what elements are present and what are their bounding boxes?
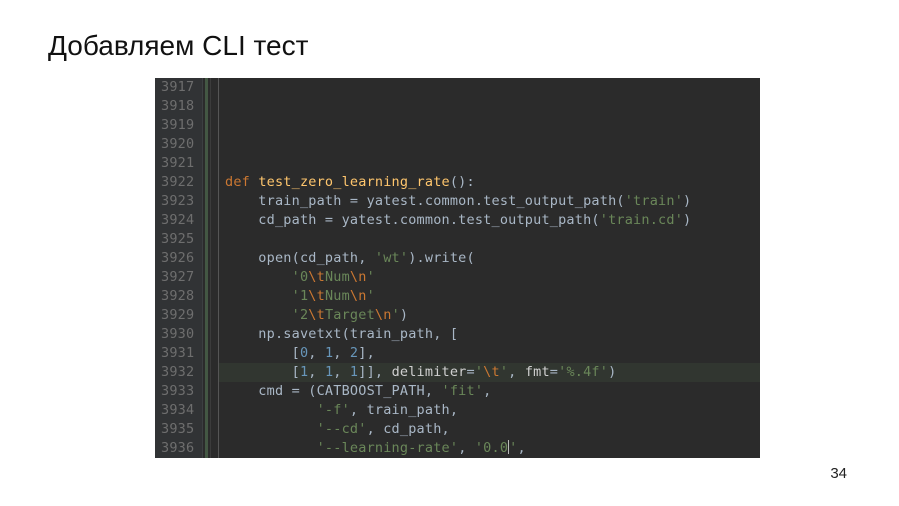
line-number: 3934 (161, 401, 194, 420)
line-number: 3923 (161, 192, 194, 211)
vcs-change-bar (205, 78, 208, 458)
code-area: def test_zero_learning_rate(): train_pat… (219, 78, 760, 458)
line-number: 3926 (161, 249, 194, 268)
line-number: 3925 (161, 230, 194, 249)
line-number-gutter: 3917391839193920392139223923392439253926… (155, 78, 203, 458)
code-line: '--learning-rate', '0.0', (225, 439, 754, 458)
code-line: open(cd_path, 'wt').write( (225, 249, 754, 268)
line-number: 3927 (161, 268, 194, 287)
code-editor: 3917391839193920392139223923392439253926… (155, 78, 760, 458)
code-line: '0\tNum\n' (225, 268, 754, 287)
code-line: '--cd', cd_path, (225, 420, 754, 439)
code-line: cmd = (CATBOOST_PATH, 'fit', (225, 382, 754, 401)
line-number: 3917 (161, 78, 194, 97)
line-number: 3920 (161, 135, 194, 154)
code-line: def test_zero_learning_rate(): (225, 173, 754, 192)
line-number: 3933 (161, 382, 194, 401)
slide-title: Добавляем CLI тест (48, 30, 308, 62)
line-number: 3931 (161, 344, 194, 363)
line-number: 3918 (161, 97, 194, 116)
code-line: train_path = yatest.common.test_output_p… (225, 192, 754, 211)
line-number: 3930 (161, 325, 194, 344)
line-number: 3921 (161, 154, 194, 173)
line-number: 3919 (161, 116, 194, 135)
line-number: 3935 (161, 420, 194, 439)
code-line: '1\tNum\n' (225, 287, 754, 306)
line-number: 3932 (161, 363, 194, 382)
code-line (225, 154, 754, 173)
line-number: 3924 (161, 211, 194, 230)
line-number: 3928 (161, 287, 194, 306)
line-number: 3929 (161, 306, 194, 325)
line-number: 3922 (161, 173, 194, 192)
line-number: 3936 (161, 439, 194, 458)
code-line: '-f', train_path, (225, 401, 754, 420)
code-line: '2\tTarget\n') (225, 306, 754, 325)
page-number: 34 (830, 465, 847, 482)
slide: Добавляем CLI тест 391739183919392039213… (0, 0, 899, 506)
code-line: cd_path = yatest.common.test_output_path… (225, 211, 754, 230)
code-line: [0, 1, 2], (225, 344, 754, 363)
code-line: [1, 1, 1]], delimiter='\t', fmt='%.4f') (225, 363, 754, 382)
code-line (225, 230, 754, 249)
code-line: np.savetxt(train_path, [ (225, 325, 754, 344)
